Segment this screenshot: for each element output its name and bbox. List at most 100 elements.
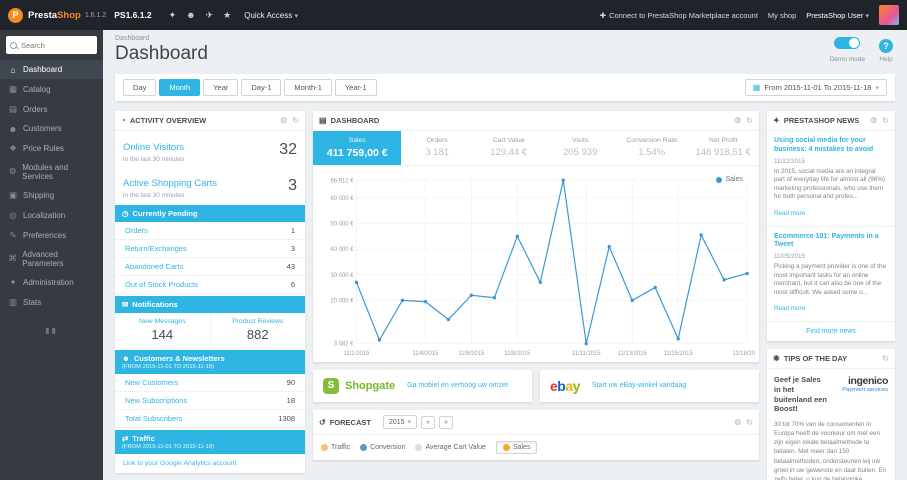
user-menu[interactable]: PrestaShop User ▾ — [806, 11, 869, 20]
badge-icon[interactable]: ★ — [223, 10, 231, 21]
filter-button-day[interactable]: Day — [123, 79, 157, 96]
filter-button-day-1[interactable]: Day-1 — [241, 79, 282, 96]
ebay-link[interactable]: Start uw eBay-winkel vandaag — [592, 381, 686, 390]
pending-row-return-exchanges[interactable]: Return/Exchanges 3 — [115, 240, 305, 258]
customer-icon[interactable]: ☻ — [186, 10, 195, 20]
filter-button-month-1[interactable]: Month-1 — [284, 79, 332, 96]
sidebar-item-label: Customers — [23, 124, 62, 133]
kpi-visits[interactable]: Visits 205 939 — [544, 131, 616, 165]
chart-legend[interactable]: Sales — [716, 176, 743, 183]
row-label: Return/Exchanges — [125, 244, 187, 253]
avatar[interactable] — [879, 5, 899, 25]
gear-icon[interactable]: ⚙ — [734, 418, 741, 427]
refresh-icon[interactable]: ↻ — [292, 116, 299, 125]
active-carts-link[interactable]: Active Shopping Carts — [123, 178, 217, 189]
date-filter-bar: Day Month Year Day-1 Month-1 Year-1 ▦ From 20… — [115, 74, 895, 101]
dashboard-columns: ◔ ACTIVITY OVERVIEW ⚙ ↻ Online Visitors … — [115, 111, 895, 480]
message-icon[interactable]: ✈ — [206, 10, 214, 21]
prev-year-button[interactable]: « — [421, 415, 435, 429]
kpi-net-profit[interactable]: Net Profit 148 918,51 € — [687, 131, 759, 165]
sidebar-item-dashboard[interactable]: ⌂ Dashboard — [0, 60, 103, 79]
notification-product-reviews[interactable]: Product Reviews 882 — [211, 313, 306, 348]
sidebar-item-stats[interactable]: ▥ Stats — [0, 292, 103, 312]
pending-row-out-of-stock-products[interactable]: Out of Stock Products 6 — [115, 276, 305, 294]
sidebar-item-modules-and-services[interactable]: ⚙ Modules and Services — [0, 158, 103, 185]
breadcrumb[interactable]: Dashboard — [115, 35, 895, 42]
sidebar-item-administration[interactable]: ✦ Administration — [0, 272, 103, 292]
gear-icon[interactable]: ⚙ — [280, 116, 287, 125]
help-icon[interactable]: ? — [879, 39, 893, 53]
topbar-right: ✚ Connect to PrestaShop Marketplace accou… — [600, 5, 899, 25]
my-shop-link[interactable]: My shop — [768, 11, 796, 20]
sidebar-item-label: Stats — [23, 297, 42, 307]
ebay-logo-icon: ebay — [550, 378, 580, 394]
chevron-down-icon: ▾ — [407, 419, 412, 426]
customers-row-new-subscriptions[interactable]: New Subscriptions 18 — [115, 392, 305, 410]
refresh-icon[interactable]: ↻ — [882, 116, 889, 125]
row-label: Abandoned Carts — [125, 262, 184, 271]
advanced-parameters-icon: ⌘ — [8, 253, 17, 263]
refresh-icon[interactable]: ↻ — [882, 354, 889, 363]
sidebar-item-customers[interactable]: ☻ Customers — [0, 119, 103, 138]
ebay-module[interactable]: ebay Start uw eBay-winkel vandaag — [540, 370, 759, 402]
filter-buttons: Day Month Year Day-1 Month-1 Year-1 — [123, 79, 377, 96]
shopgate-link[interactable]: Ga mobiel en verhoog uw omzet — [407, 381, 508, 390]
search-input[interactable] — [21, 40, 93, 50]
forecast-metric-average-cart-value[interactable]: Average Cart Value — [415, 444, 486, 451]
forecast-metric-sales[interactable]: Sales — [495, 441, 538, 454]
panel-title: ACTIVITY OVERVIEW — [129, 116, 207, 125]
gear-icon[interactable]: ⚙ — [734, 116, 741, 125]
forecast-metric-traffic[interactable]: Traffic — [321, 444, 350, 451]
quick-access-menu[interactable]: Quick Access ▾ — [244, 11, 298, 20]
demo-mode-toggle[interactable] — [834, 37, 861, 49]
pending-row-abandoned-carts[interactable]: Abandoned Carts 43 — [115, 258, 305, 276]
sales-chart[interactable]: 11/1/2015 11/4/2015 11/6/2015 11/8/2015 11/1… — [317, 170, 755, 360]
prestashop-logo-icon[interactable]: P — [8, 7, 23, 23]
shopgate-module[interactable]: S Shopgate Ga mobiel en verhoog uw omzet — [313, 370, 532, 402]
kpi-sales[interactable]: Sales 411 759,00 € — [313, 131, 402, 165]
news-article-title[interactable]: Using social media for your business: 4 … — [774, 137, 888, 155]
notification-new-messages[interactable]: New Messages 144 — [115, 313, 211, 348]
filter-button-year-1[interactable]: Year-1 — [334, 79, 377, 96]
kpi-orders[interactable]: Orders 3 181 — [401, 131, 473, 165]
read-more-link[interactable]: Read more — [774, 305, 805, 312]
sidebar-item-orders[interactable]: ▤ Orders — [0, 99, 103, 119]
cart-icon[interactable]: ✦ — [169, 10, 177, 21]
pending-row-orders[interactable]: Orders 1 — [115, 222, 305, 240]
svg-text:11/11/2015: 11/11/2015 — [572, 351, 601, 357]
customers-row-total-subscribers[interactable]: Total Subscribers 1308 — [115, 410, 305, 428]
refresh-icon[interactable]: ↻ — [746, 116, 753, 125]
sidebar-item-advanced-parameters[interactable]: ⌘ Advanced Parameters — [0, 245, 103, 272]
date-range-picker[interactable]: ▦ From 2015-11-01 To 2015-11-18 ▾ — [744, 79, 887, 96]
filter-button-month[interactable]: Month — [159, 79, 201, 96]
kpi-cart-value[interactable]: Cart Value 129,44 € — [473, 131, 545, 165]
google-analytics-link[interactable]: Link to your Google Analytics account — [123, 460, 236, 467]
find-more-news-link[interactable]: Find more news — [806, 328, 856, 335]
read-more-link[interactable]: Read more — [774, 210, 805, 217]
active-carts-row: Active Shopping Carts in the last 30 min… — [115, 167, 305, 203]
filter-button-year[interactable]: Year — [203, 79, 239, 96]
sidebar-item-preferences[interactable]: ✎ Preferences — [0, 225, 103, 245]
refresh-icon[interactable]: ↻ — [746, 418, 753, 427]
news-article-title[interactable]: Ecommerce 101: Payments in a Tweet — [774, 233, 888, 251]
sidebar-item-catalog[interactable]: ▦ Catalog — [0, 79, 103, 99]
year-select[interactable]: 2015 ▾ — [382, 415, 418, 429]
main-content: Dashboard Dashboard Demo mode ? Help Day… — [103, 30, 907, 480]
online-visitors-link[interactable]: Online Visitors — [123, 142, 184, 153]
news-article-excerpt: In 2015, social media are an integral pa… — [774, 167, 885, 201]
ingenico-logo[interactable]: ingenico Payment services — [842, 375, 888, 414]
sidebar-item-shipping[interactable]: ▣ Shipping — [0, 185, 103, 205]
sidebar-item-localization[interactable]: ◎ Localization — [0, 205, 103, 225]
sidebar-collapse-button[interactable]: ▮▮ — [0, 326, 103, 335]
row-value: 90 — [286, 378, 295, 387]
kpi-conversion-rate[interactable]: Conversion Rate 1.54% — [616, 131, 688, 165]
customers-row-new-customers[interactable]: New Customers 90 — [115, 374, 305, 392]
forecast-metric-conversion[interactable]: Conversion — [360, 444, 405, 451]
sidebar-item-price-rules[interactable]: ❖ Price Rules — [0, 138, 103, 158]
sidebar-item-label: Advanced Parameters — [22, 249, 64, 268]
gear-icon[interactable]: ⚙ — [870, 116, 877, 125]
demo-mode-label: Demo mode — [829, 56, 865, 63]
panel-tools: ⚙ ↻ — [734, 116, 753, 125]
marketplace-link[interactable]: ✚ Connect to PrestaShop Marketplace accou… — [600, 11, 758, 20]
next-year-button[interactable]: » — [438, 415, 453, 429]
